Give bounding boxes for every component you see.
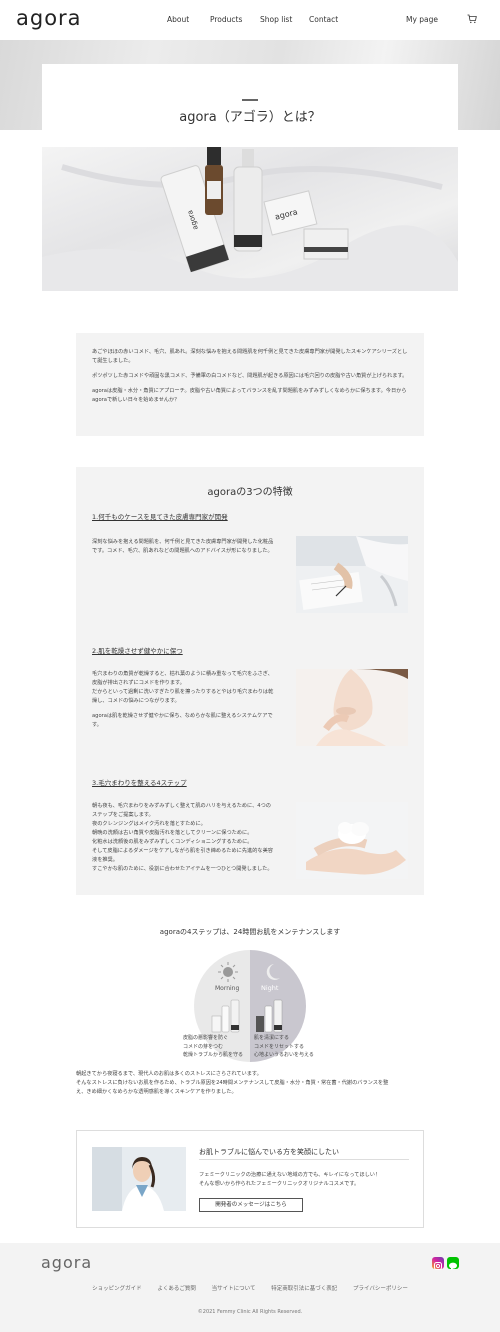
- developer-message-card: お肌トラブルに悩んでいる方を笑顔にしたい フェミークリニックの治療に通えない地域…: [76, 1130, 424, 1228]
- intro-paragraph: agoraは皮脂・水分・角質にアプローチ。皮脂や古い角質によってバランスを乱す問…: [92, 388, 407, 403]
- line-icon[interactable]: [447, 1257, 459, 1270]
- developer-message-button[interactable]: 開発者のメッセージはこちら: [199, 1198, 303, 1212]
- developer-title: お肌トラブルに悩んでいる方を笑顔にしたい: [199, 1148, 339, 1156]
- divider: [199, 1159, 409, 1160]
- site-footer: agora ショッピングガイド よくあるご質問 当サイトについて 特定商取引法に…: [0, 1243, 500, 1332]
- features-panel: agoraの3つの特徴 1.何千ものケースを見てきた皮膚専門家が開発 深刻な悩み…: [76, 467, 424, 895]
- instagram-icon[interactable]: [432, 1257, 444, 1270]
- nav-about[interactable]: About: [167, 15, 189, 24]
- features-title: agoraの3つの特徴: [207, 487, 293, 498]
- nav-products[interactable]: Products: [210, 15, 242, 24]
- feature-heading-1: 1.何千ものケースを見てきた皮膚専門家が開発: [92, 513, 228, 521]
- copyright: ©2021 Femmy Clinic All Rights Reserved.: [197, 1309, 303, 1315]
- footer-link-faq[interactable]: よくあるご質問: [157, 1286, 196, 1292]
- night-label: Night: [261, 984, 279, 992]
- feature-text-3: 朝も夜も、毛穴まわりをみずみずしく整えて肌のハリを与えるために、4つの ステップを…: [92, 803, 273, 872]
- morning-label: Morning: [215, 985, 239, 992]
- cart-icon[interactable]: [467, 14, 477, 24]
- footer-logo[interactable]: agora: [41, 1253, 92, 1272]
- nav-shop-list[interactable]: Shop list: [260, 15, 292, 24]
- nav-my-page[interactable]: My page: [406, 15, 438, 24]
- footer-link-commerce-law[interactable]: 特定商取引法に基づく表記: [271, 1286, 337, 1292]
- sun-icon: [218, 962, 238, 982]
- night-benefits: 肌を清潔にする コメドをリセットする 心地よいうるおいを与える: [254, 1035, 314, 1058]
- page-title: agora（アゴラ）とは？: [179, 110, 321, 125]
- feature-heading-2: 2.肌を乾燥させず健やかに保つ: [92, 647, 183, 655]
- site-logo[interactable]: agora: [16, 6, 82, 30]
- doctor-photo: [92, 1147, 186, 1211]
- feature-text-1: 深刻な悩みを抱える問題肌を、何千例と見てきた皮膚専門家が開発した化粧品 です。コメ…: [92, 539, 274, 554]
- nav-contact[interactable]: Contact: [309, 15, 338, 24]
- intro-paragraph: あごやほほの赤いコメド、毛穴、肌あれ。深刻な悩みを抱える問題肌を何千例と見てきた…: [92, 349, 408, 364]
- footer-link-privacy[interactable]: プライバシーポリシー: [353, 1286, 408, 1292]
- intro-panel: あごやほほの赤いコメド、毛穴、肌あれ。深刻な悩みを抱える問題肌を何千例と見てきた…: [76, 333, 424, 436]
- developer-text: フェミークリニックの治療に通えない地域の方でも、キレイになってほしい！ そんな想い…: [199, 1172, 381, 1187]
- footer-link-about-site[interactable]: 当サイトについて: [212, 1286, 256, 1292]
- intro-paragraph: ポツポツした赤コメドや頑固な黒コメド、予備軍の白コメドなど、問題肌が起きる原因に…: [92, 373, 408, 379]
- feature-image-doctor-writing: [296, 536, 408, 613]
- maintenance-text: 朝起きてから夜寝るまで、現代人のお肌は多くのストレスにさらされています。 そんなス…: [76, 1071, 389, 1095]
- feature-image-woman-skin: [296, 669, 408, 746]
- site-header: agora About Products Shop list Contact M…: [0, 0, 500, 40]
- footer-link-shopping-guide[interactable]: ショッピングガイド: [92, 1286, 142, 1292]
- maintenance-title: agoraの4ステップは、24時間お肌をメンテナンスします: [159, 928, 341, 936]
- feature-image-hands-foam: [296, 802, 408, 879]
- footer-links: ショッピングガイド よくあるご質問 当サイトについて 特定商取引法に基づく表記 …: [0, 1284, 500, 1292]
- morning-benefits: 皮脂の悪影響を防ぐ コメドの芽をつむ 乾燥トラブルから肌を守る: [183, 1035, 244, 1058]
- product-photo: agora agora: [42, 147, 458, 291]
- feature-text-2: 毛穴まわりの角質が乾燥すると、枯れ葉のように積み重なって毛穴をふさぎ、 皮脂が排出…: [92, 671, 274, 728]
- feature-heading-3: 3.毛穴まわりを整える4ステップ: [92, 779, 187, 787]
- title-dash: [242, 99, 258, 101]
